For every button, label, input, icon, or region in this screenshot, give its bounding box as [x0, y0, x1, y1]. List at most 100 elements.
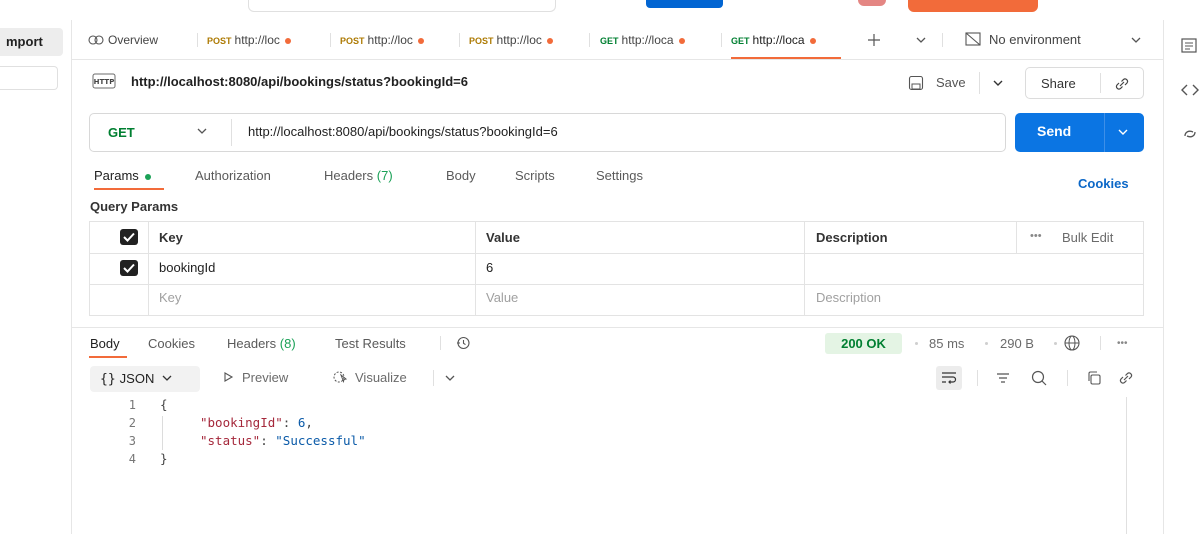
more-options-icon[interactable]: ••• — [1117, 338, 1128, 349]
tab-request-1[interactable]: POST http://loc — [207, 20, 291, 60]
play-icon — [224, 372, 234, 382]
checkmark-icon — [123, 263, 135, 273]
share-button[interactable]: Share — [1025, 67, 1144, 99]
tab-request-4[interactable]: GET http://loca — [600, 20, 685, 60]
preview-label: Preview — [242, 370, 289, 385]
send-button[interactable]: Send — [1015, 113, 1144, 152]
code-line: "bookingId": 6, — [200, 415, 313, 430]
chevron-down-icon[interactable] — [1130, 35, 1142, 45]
unsaved-dot — [678, 37, 685, 44]
unsaved-dot — [546, 37, 553, 44]
invite-button[interactable] — [646, 0, 723, 8]
response-divider[interactable] — [72, 327, 1163, 328]
bulk-edit-button[interactable]: Bulk Edit — [1062, 230, 1113, 245]
request-title[interactable]: http://localhost:8080/api/bookings/statu… — [131, 74, 468, 89]
history-icon[interactable] — [455, 335, 471, 351]
active-tab-indicator — [89, 356, 127, 358]
param-value-input[interactable]: 6 — [486, 260, 493, 275]
column-header-value: Value — [486, 230, 520, 245]
save-label: Save — [936, 75, 966, 90]
new-tab-plus-icon[interactable] — [866, 32, 882, 48]
cookies-link[interactable]: Cookies — [1078, 176, 1129, 191]
query-params-heading: Query Params — [90, 199, 179, 214]
response-time[interactable]: 85 ms — [929, 336, 964, 351]
environment-label: No environment — [989, 32, 1081, 47]
wrap-lines-button[interactable] — [936, 366, 962, 390]
tab-authorization[interactable]: Authorization — [195, 168, 271, 183]
save-button[interactable]: Save — [905, 68, 1013, 98]
global-search-bar[interactable] — [248, 0, 556, 12]
scrollbar[interactable] — [1126, 397, 1127, 534]
filter-icon[interactable] — [995, 370, 1011, 386]
sidebar-search-input[interactable] — [0, 66, 58, 90]
chevron-down-icon[interactable] — [1117, 127, 1129, 137]
chevron-down-icon[interactable] — [444, 373, 456, 383]
request-tab-bar: Overview POST http://loc POST http://loc P… — [72, 20, 1163, 60]
tab-label: http://loca — [752, 33, 805, 47]
send-label: Send — [1037, 123, 1072, 139]
headers-count: (8) — [279, 336, 296, 351]
method-label: POST — [469, 36, 494, 46]
divider — [231, 119, 232, 146]
unsaved-dot — [809, 37, 816, 44]
row-checkbox[interactable] — [120, 260, 138, 276]
tab-scripts[interactable]: Scripts — [515, 168, 555, 183]
chevron-down-icon[interactable] — [915, 35, 927, 45]
chevron-down-icon[interactable] — [992, 78, 1004, 88]
overview-icon — [88, 35, 104, 45]
method-selector[interactable]: GET — [108, 125, 135, 140]
search-icon[interactable] — [1030, 369, 1048, 387]
response-size[interactable]: 290 B — [1000, 336, 1034, 351]
save-icon — [908, 75, 924, 91]
tab-label: http://loca — [621, 33, 674, 47]
response-tab-test-results[interactable]: Test Results — [335, 336, 406, 351]
tab-params[interactable]: Params — [94, 168, 151, 183]
code-line: } — [160, 451, 168, 466]
response-tab-body[interactable]: Body — [90, 336, 120, 351]
select-all-checkbox[interactable] — [120, 229, 138, 245]
globe-icon[interactable] — [1063, 334, 1081, 352]
new-param-value-input[interactable]: Value — [486, 290, 518, 305]
related-collections-icon[interactable] — [1180, 124, 1200, 144]
active-tab-indicator — [94, 188, 164, 190]
avatar[interactable] — [858, 0, 886, 6]
copy-icon[interactable] — [1086, 370, 1102, 386]
tab-request-2[interactable]: POST http://loc — [340, 20, 424, 60]
tab-body[interactable]: Body — [446, 168, 476, 183]
tab-headers[interactable]: Headers (7) — [324, 168, 393, 183]
preview-button[interactable]: Preview — [222, 370, 288, 385]
method-label: GET — [731, 36, 750, 46]
visualize-button[interactable]: Visualize — [333, 370, 407, 385]
variables-icon[interactable] — [1180, 36, 1200, 56]
upgrade-button[interactable] — [908, 0, 1038, 12]
headers-count: (7) — [376, 168, 393, 183]
tab-label: Params — [94, 168, 139, 183]
tab-overview[interactable]: Overview — [88, 20, 158, 60]
param-key-input[interactable]: bookingId — [159, 260, 215, 275]
format-selector[interactable]: {} JSON — [90, 366, 200, 392]
link-icon[interactable] — [1117, 369, 1135, 387]
more-options-icon[interactable]: ••• — [1030, 230, 1042, 242]
json-key: "bookingId" — [200, 415, 283, 430]
import-button[interactable]: mport — [0, 28, 63, 56]
link-icon[interactable] — [1113, 75, 1131, 93]
tab-request-3[interactable]: POST http://loc — [469, 20, 553, 60]
wrap-icon — [942, 372, 957, 384]
tab-request-5-active[interactable]: GET http://loca — [731, 20, 816, 60]
chevron-down-icon — [162, 375, 172, 381]
response-tab-headers[interactable]: Headers (8) — [227, 336, 296, 351]
method-label: GET — [600, 36, 619, 46]
code-icon[interactable] — [1180, 80, 1200, 100]
unsaved-dot — [284, 37, 291, 44]
url-input[interactable]: http://localhost:8080/api/bookings/statu… — [248, 124, 558, 139]
new-param-description-input[interactable]: Description — [816, 290, 881, 305]
environment-selector[interactable]: No environment — [965, 20, 1081, 60]
tab-label: http://loc — [367, 33, 413, 47]
chevron-down-icon[interactable] — [195, 124, 209, 138]
tab-settings[interactable]: Settings — [596, 168, 643, 183]
response-tab-cookies[interactable]: Cookies — [148, 336, 195, 351]
new-param-key-input[interactable]: Key — [159, 290, 181, 305]
format-label: JSON — [119, 371, 155, 386]
status-badge[interactable]: 200 OK — [825, 333, 902, 354]
method-label: POST — [340, 36, 365, 46]
